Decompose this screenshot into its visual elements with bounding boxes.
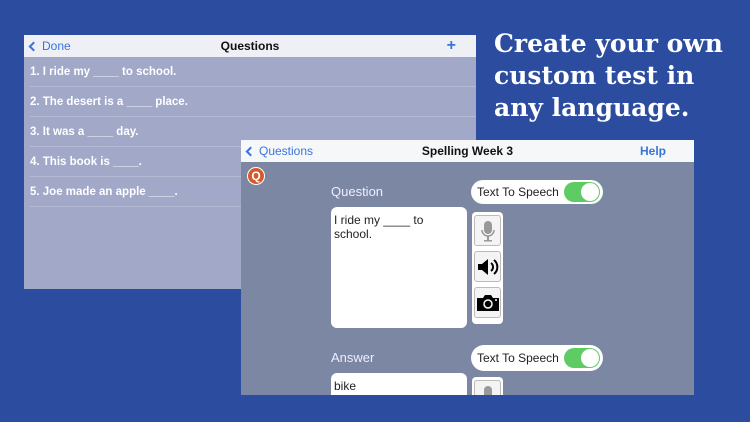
microphone-icon — [483, 385, 492, 395]
list-item[interactable]: 1. I ride my ____ to school. — [30, 57, 476, 87]
help-button[interactable]: Help — [640, 144, 666, 158]
done-button[interactable]: Done — [28, 39, 71, 53]
speaker-button[interactable] — [474, 251, 501, 282]
tts-label: Text To Speech — [477, 185, 559, 199]
list-item[interactable]: 2. The desert is a ____ place. — [30, 87, 476, 117]
microphone-icon — [480, 220, 495, 241]
question-label: Question — [331, 184, 384, 199]
promo-headline: Create your own custom test in any langu… — [494, 29, 723, 122]
camera-button[interactable] — [474, 287, 501, 318]
answer-text-field[interactable]: bike — [331, 373, 467, 395]
add-button[interactable]: + — [447, 37, 456, 55]
nav-title: Questions — [220, 39, 280, 53]
toggle-switch[interactable] — [564, 182, 600, 202]
question-tools — [472, 212, 503, 324]
chevron-left-icon — [245, 146, 256, 156]
app-logo-icon: Q — [247, 167, 265, 185]
chevron-left-icon — [28, 41, 39, 51]
tts-label: Text To Speech — [477, 351, 559, 365]
speaker-icon — [477, 258, 498, 275]
question-tts-toggle[interactable]: Text To Speech — [471, 180, 603, 204]
answer-label: Answer — [331, 350, 375, 365]
nav-bar: Done Questions + — [24, 35, 476, 57]
done-label: Done — [42, 39, 71, 53]
question-text-field[interactable]: I ride my ____ to school. — [331, 207, 467, 328]
answer-tts-toggle[interactable]: Text To Speech — [471, 345, 603, 371]
toggle-switch[interactable] — [564, 348, 600, 368]
microphone-button[interactable] — [474, 380, 501, 395]
answer-tools — [472, 377, 503, 395]
microphone-button[interactable] — [474, 215, 501, 246]
back-label: Questions — [259, 144, 314, 158]
editor-title: Spelling Week 3 — [421, 144, 514, 158]
editor-nav-bar: Questions Spelling Week 3 Help — [241, 140, 694, 162]
questions-back-button[interactable]: Questions — [245, 144, 314, 158]
camera-icon — [476, 294, 499, 311]
question-editor-panel: Questions Spelling Week 3 Help Q Questio… — [241, 140, 694, 395]
